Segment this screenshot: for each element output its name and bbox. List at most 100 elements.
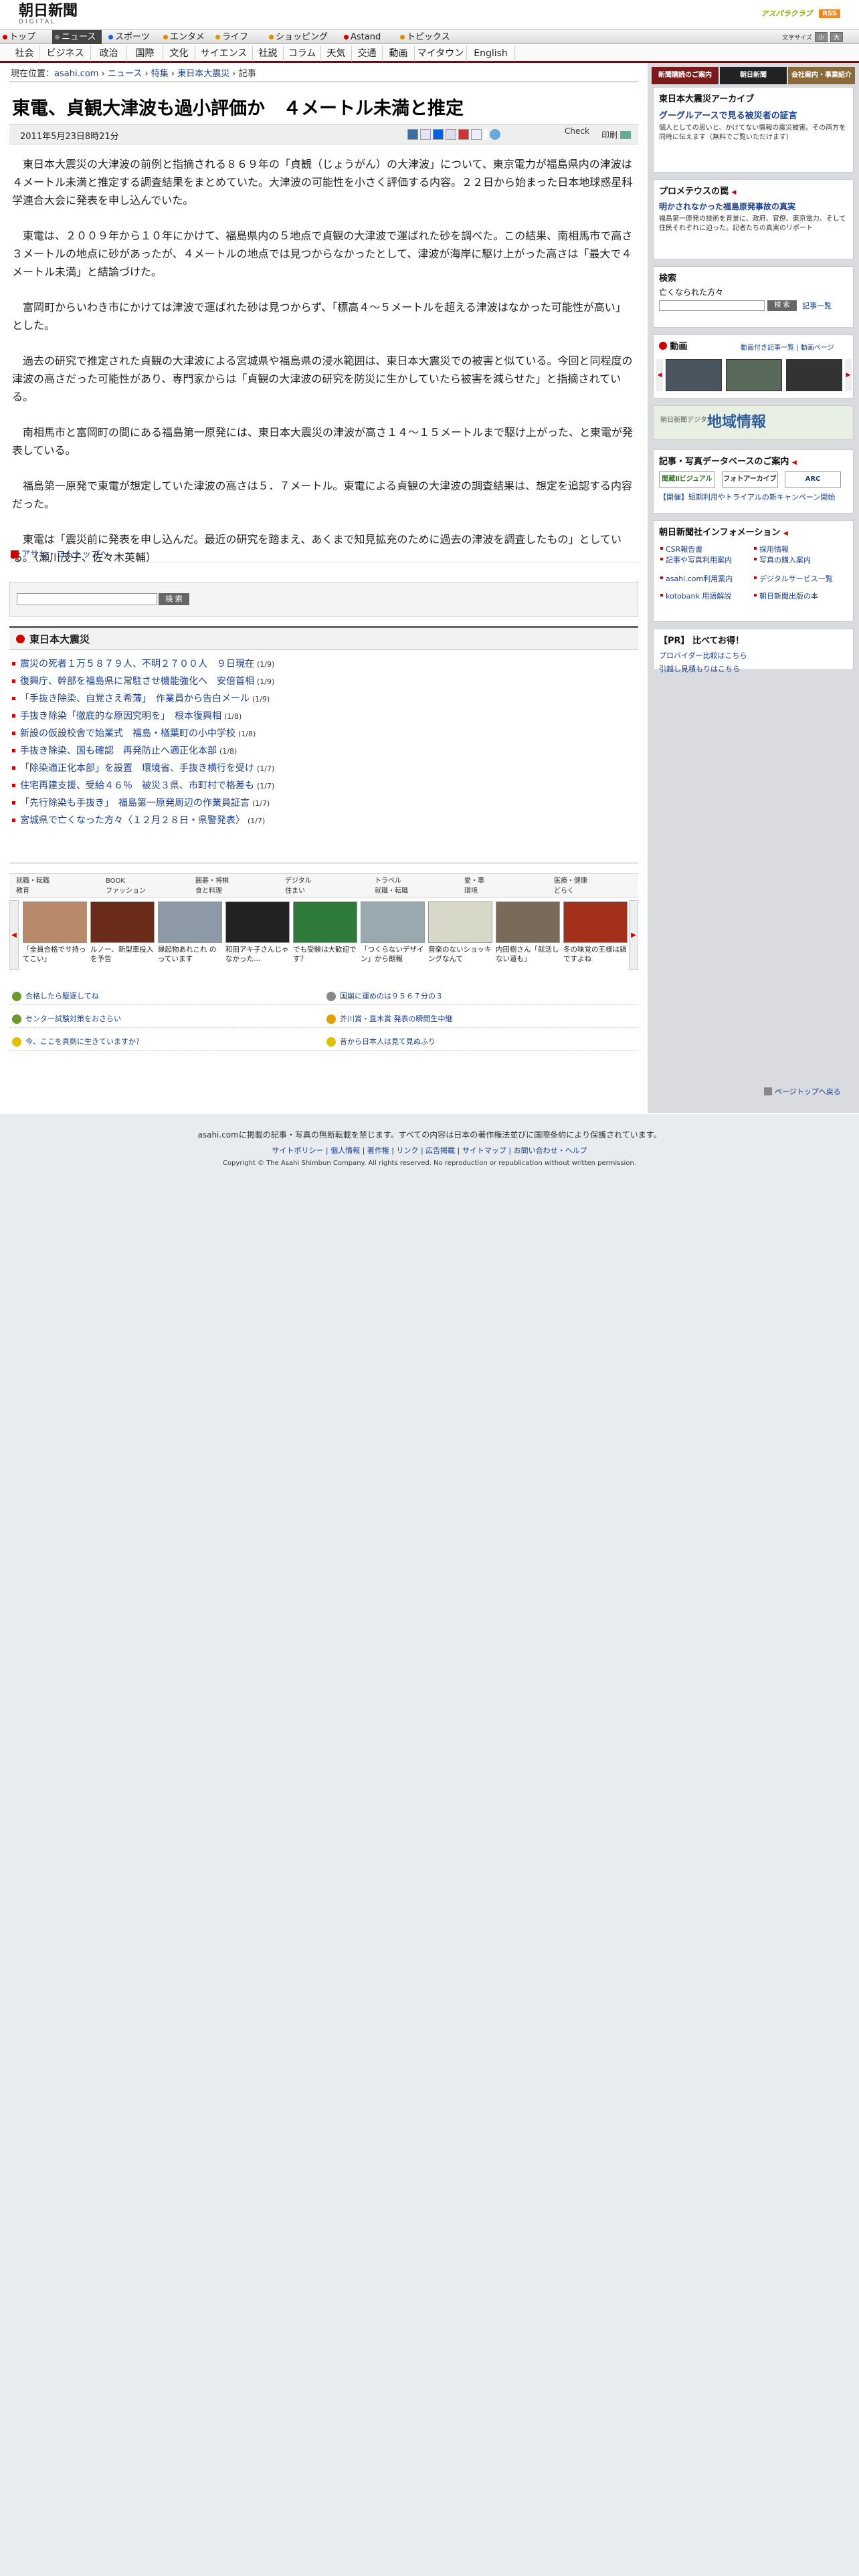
breadcrumb-item[interactable]: ニュース — [108, 69, 142, 79]
article-list-link[interactable]: 記事一覧 — [802, 300, 832, 311]
info-link[interactable]: 採用情報 — [754, 544, 789, 554]
right-tab[interactable]: 会社案内・事業紹介 — [788, 67, 855, 84]
font-small-button[interactable]: 小 — [814, 32, 828, 42]
breadcrumb-item[interactable]: asahi.com — [54, 69, 98, 79]
share-icon[interactable] — [458, 129, 469, 140]
thumb-caption[interactable]: 「全員合格でサ持ってこい」 — [23, 945, 87, 964]
breadcrumb-item[interactable]: 特集 — [151, 69, 169, 79]
promo-link[interactable]: センター試験対策をおさらい — [9, 1012, 121, 1026]
prometheus-link[interactable]: 明かされなかった福島原発事故の真実 — [654, 199, 853, 213]
thumb-item[interactable]: 内田樹さん「就活しない道も」 — [496, 901, 560, 964]
right-tab[interactable]: 朝日新聞 — [720, 67, 787, 84]
related-item[interactable]: 「除染適正化本部」を設置 環境省、手抜き横行を受け (1/7) — [12, 760, 634, 777]
related-item-link[interactable]: 宮城県で亡くなった方々〈１２月２８日・県警発表〉 — [20, 815, 245, 826]
video-thumb[interactable] — [726, 359, 782, 391]
right-search-button[interactable]: 検 索 — [767, 300, 797, 311]
promo-link[interactable]: 合格したら駆逐してね — [9, 990, 99, 1003]
related-item-link[interactable]: 「先行除染も手抜き」 福島第一原発周辺の作業員証言 — [20, 798, 250, 809]
category-link[interactable]: 囲碁・将棋 — [195, 876, 282, 886]
share-icon[interactable] — [420, 129, 431, 140]
info-link[interactable]: CSR報告書 — [660, 544, 702, 554]
carousel-left-arrow[interactable]: ◀ — [9, 900, 19, 970]
promo-link[interactable]: 昔から日本人は見て見ぬふり — [324, 1035, 436, 1049]
category-link[interactable]: 食と料理 — [195, 886, 282, 896]
thumb-item[interactable]: でも受験は大歓迎です？ — [293, 901, 357, 964]
subnav-item[interactable]: 天気 — [321, 45, 352, 62]
subnav-item[interactable]: サイエンス — [195, 45, 253, 62]
nav-item[interactable]: Astand — [341, 30, 393, 44]
category-link[interactable]: 愛・車 — [464, 876, 551, 886]
info-link[interactable]: デジタルサービス一覧 — [754, 573, 833, 584]
thumb-image[interactable] — [23, 901, 87, 943]
thumb-image[interactable] — [293, 901, 357, 943]
category-link[interactable]: 教育 — [16, 886, 103, 896]
related-item-link[interactable]: 「手抜き除染、自覚さえ希薄」 作業員から告白メール — [20, 693, 250, 704]
related-item-link[interactable]: 新設の仮設校舎で始業式 福島・楢葉町の小中学校 — [20, 728, 235, 739]
info-link[interactable]: 記事や写真利用案内 — [660, 554, 732, 565]
share-icon[interactable] — [407, 129, 418, 140]
category-link[interactable]: BOOK — [106, 876, 193, 886]
video-thumb[interactable] — [786, 359, 842, 391]
related-item[interactable]: 住宅再建支援、受給４６％ 被災３県、市町村で格差も (1/7) — [12, 777, 634, 794]
related-item-link[interactable]: 震災の死者１万５８７９人、不明２７００人 ９日現在 — [20, 659, 254, 669]
related-item[interactable]: 手抜き除染「徹底的な原因究明を」 根本復興相 (1/8) — [12, 708, 634, 725]
info-link[interactable]: 写真の購入案内 — [754, 554, 811, 565]
photo-archive-logo[interactable]: フォトアーカイブ — [722, 471, 778, 488]
promo-link-label[interactable]: 芥川賞・直木賞 発表の瞬間生中継 — [340, 1014, 453, 1023]
nav-item[interactable]: ライフ — [213, 30, 262, 44]
thumb-caption[interactable]: 内田樹さん「就活しない道も」 — [496, 945, 560, 964]
info-link[interactable]: kotobank 用語解説 — [660, 591, 731, 601]
video-thumb[interactable] — [666, 359, 722, 391]
thumb-image[interactable] — [361, 901, 425, 943]
share-icon[interactable] — [446, 129, 456, 140]
arc-logo[interactable]: ARC — [785, 471, 841, 488]
thumb-caption[interactable]: 冬の味覚の王様は鍋ですよね — [563, 945, 628, 964]
thumb-caption[interactable]: 縁起物あれこれ のっています — [158, 945, 222, 964]
category-link[interactable]: 住まい — [285, 886, 372, 896]
thumb-item[interactable]: 縁起物あれこれ のっています — [158, 901, 222, 964]
video-right-arrow[interactable]: ▶ — [845, 359, 852, 391]
check-button[interactable]: Check — [565, 126, 589, 136]
rss-icon[interactable]: RSS — [819, 9, 840, 18]
info-link[interactable]: 朝日新聞出版の本 — [754, 591, 818, 601]
archive-link[interactable]: グーグルアースで見る被災者の証言 — [654, 107, 853, 122]
subnav-item[interactable]: 国際 — [127, 45, 163, 62]
nav-item[interactable]: エンタメ — [161, 30, 209, 44]
category-link[interactable]: どらく — [554, 886, 641, 896]
info-link[interactable]: asahi.com利用案内 — [660, 573, 733, 584]
category-link[interactable]: ファッション — [106, 886, 193, 896]
promo-link[interactable]: 今、ここを真剣に生きていますか？ — [9, 1035, 143, 1049]
photo-db-campaign-link[interactable]: 【開催】短期利用やトライアルの新キャンペーン開始 — [659, 493, 850, 502]
right-tab[interactable]: 新聞購読のご案内 — [652, 67, 719, 84]
nav-item[interactable]: トピックス — [397, 30, 458, 44]
related-item[interactable]: 新設の仮設校舎で始業式 福島・楢葉町の小中学校 (1/8) — [12, 725, 634, 742]
page-top-link[interactable]: ページトップへ戻る — [764, 1086, 841, 1097]
thumb-image[interactable] — [90, 901, 155, 943]
promo-link-label[interactable]: センター試験対策をおさらい — [25, 1014, 121, 1023]
category-link[interactable]: トラベル — [375, 876, 462, 886]
related-item[interactable]: 宮城県で亡くなった方々〈１２月２８日・県警発表〉 (1/7) — [12, 812, 634, 829]
share-icon[interactable] — [471, 129, 482, 140]
thumb-image[interactable] — [225, 901, 290, 943]
subnav-item[interactable]: 動画 — [383, 45, 415, 62]
nav-item[interactable]: トップ — [0, 30, 48, 44]
promo-link-label[interactable]: 国崩に運めのは９５６７分の３ — [340, 992, 443, 1000]
thumb-caption[interactable]: 「つくらないデザイン」から朗報 — [361, 945, 425, 964]
subnav-item[interactable]: 交通 — [352, 45, 383, 62]
category-link[interactable]: 医療・健康 — [554, 876, 641, 886]
thumb-caption[interactable]: ルノー、新型車投入を予告 — [90, 945, 155, 964]
print-button[interactable]: 印刷 — [601, 129, 631, 140]
thumb-item[interactable]: 和田アキ子さんじゃなかった… — [225, 901, 290, 964]
thumb-image[interactable] — [158, 901, 222, 943]
thumb-item[interactable]: 音楽のないショッキングなんて — [428, 901, 492, 964]
thumb-image[interactable] — [428, 901, 492, 943]
search-button[interactable]: 検 索 — [159, 593, 189, 605]
footer-links[interactable]: サイトポリシー | 個人情報 | 著作権 | リンク | 広告掲載 | サイトマ… — [0, 1145, 859, 1156]
nav-item[interactable]: ショッピング — [266, 30, 337, 44]
asahi-top-link-label[interactable]: アサヒ・コムトップへ — [21, 550, 108, 560]
font-large-button[interactable]: 大 — [830, 32, 843, 42]
subnav-item[interactable]: ビジネス — [40, 45, 91, 62]
thumb-image[interactable] — [563, 901, 628, 943]
thumb-item[interactable]: 冬の味覚の王様は鍋ですよね — [563, 901, 628, 964]
related-item-link[interactable]: 復興庁、幹部を福島県に常駐させ機能強化へ 安倍首相 — [20, 676, 254, 687]
